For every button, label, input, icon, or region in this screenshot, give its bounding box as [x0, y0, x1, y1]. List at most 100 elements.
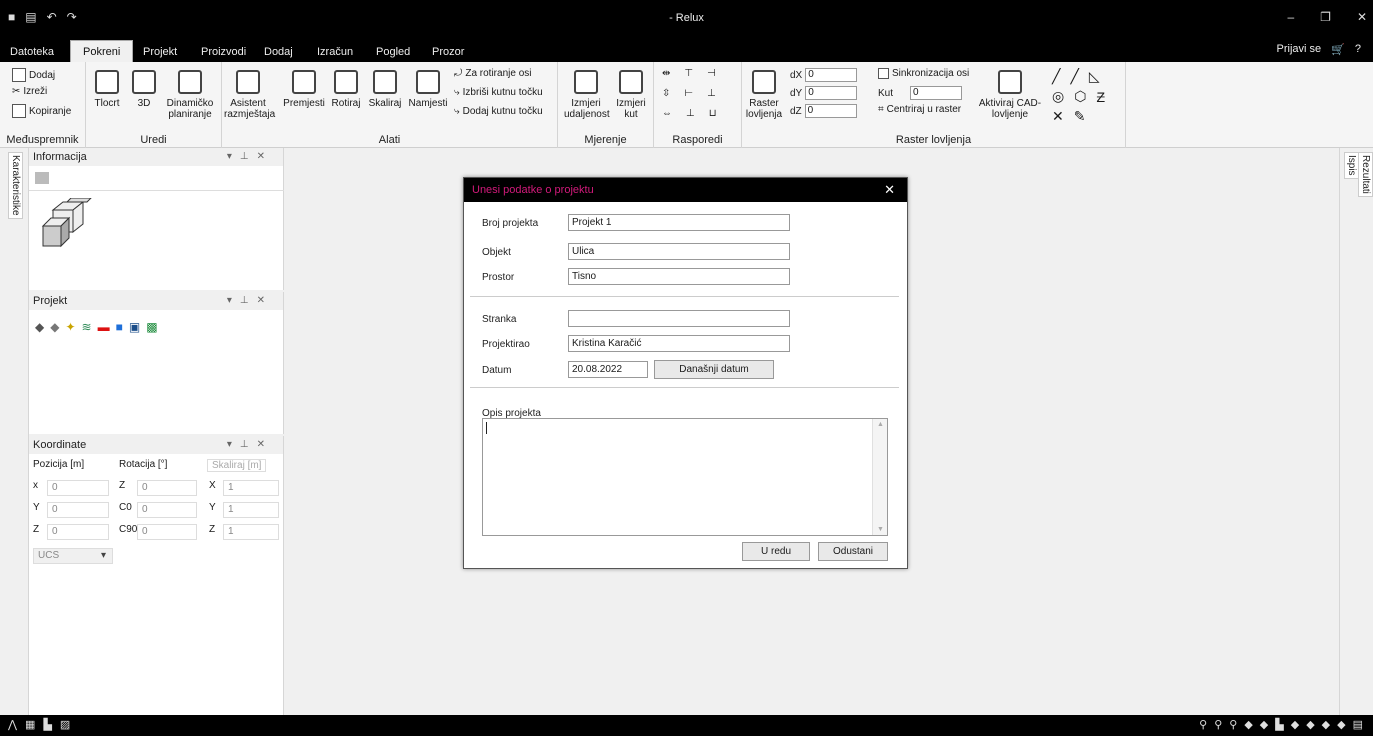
dx-input[interactable]: 0 — [805, 68, 858, 82]
building-icon[interactable]: ◆ — [35, 320, 44, 334]
scale-header[interactable]: Skaliraj [m] — [207, 459, 267, 472]
align-top-icon[interactable]: ⊤ — [684, 68, 693, 79]
adjust-button[interactable]: Namjesti — [406, 70, 450, 109]
dz-input[interactable]: 0 — [804, 104, 857, 118]
rotation-axis-button[interactable]: ⤾ Za rotiranje osi — [454, 68, 531, 79]
tab-pogled[interactable]: Pogled — [374, 42, 412, 62]
minimize-icon[interactable]: – — [1287, 10, 1294, 24]
move-button[interactable]: Premjesti — [282, 70, 326, 109]
align-middle-icon[interactable]: ⊥ — [707, 88, 716, 99]
chart-icon[interactable]: ▙ — [43, 718, 51, 731]
panel-controls[interactable]: ▾⊥✕ — [227, 292, 273, 310]
panel-controls[interactable]: ▾⊥✕ — [227, 148, 273, 166]
sync-axes-checkbox[interactable]: Sinkronizacija osi — [878, 68, 969, 79]
measure-distance-button[interactable]: Izmjeri udaljenost — [564, 70, 610, 120]
dy-input[interactable]: 0 — [805, 86, 858, 100]
cad-icon[interactable]: ⋀ — [8, 718, 17, 731]
distribute-icon[interactable]: ⇹ — [662, 68, 670, 79]
triangle-icon[interactable]: ◺ — [1089, 68, 1100, 85]
position-input[interactable]: 0 — [47, 524, 109, 540]
scale-input[interactable]: 1 — [223, 480, 279, 496]
cancel-button[interactable]: Odustani — [818, 542, 888, 561]
tab-proizvodi[interactable]: Proizvodi — [199, 42, 248, 62]
furniture-icon[interactable]: ▣ — [129, 320, 140, 334]
line2-icon[interactable]: ╱ — [1070, 68, 1078, 85]
cross-icon[interactable]: ✕ — [1052, 108, 1064, 125]
panel-controls[interactable]: ▾⊥✕ — [227, 436, 273, 454]
render-icon[interactable]: ◆ — [1306, 718, 1314, 731]
textarea-scrollbar[interactable]: ▲ ▼ — [872, 419, 887, 535]
distribute-v-icon[interactable]: ⇳ — [662, 88, 670, 99]
zoom-icon[interactable]: ⚲ — [1199, 718, 1207, 731]
paste-button[interactable]: Dodaj — [12, 68, 55, 82]
pencil-icon[interactable]: ✎ — [1074, 108, 1086, 125]
exit-sign-icon[interactable]: ▩ — [146, 320, 157, 334]
light-icon[interactable]: ◆ — [1337, 718, 1345, 731]
align-right-icon[interactable]: ⊣ — [707, 68, 716, 79]
snap-raster-button[interactable]: Raster lovljenja — [744, 70, 784, 120]
add-corner-button[interactable]: ⤷ Dodaj kutnu točku — [454, 106, 543, 117]
signin-link[interactable]: Prijavi se — [1277, 43, 1322, 56]
measure-angle-button[interactable]: Izmjeri kut — [612, 70, 650, 120]
tab-print[interactable]: Ispis — [1344, 152, 1359, 179]
center-raster-button[interactable]: ⌗ Centriraj u raster — [878, 104, 961, 115]
cube-blue-icon[interactable]: ■ — [116, 320, 123, 334]
close-icon[interactable]: ✕ — [884, 178, 895, 202]
object-input[interactable]: Ulica — [568, 243, 790, 260]
scale-input[interactable]: 1 — [223, 502, 279, 518]
color-icon[interactable]: ◆ — [1322, 718, 1330, 731]
today-date-button[interactable]: Današnji datum — [654, 360, 774, 379]
grid-icon[interactable]: ▦ — [25, 718, 35, 731]
scale-input[interactable]: 1 — [223, 524, 279, 540]
tab-izracun[interactable]: Izračun — [315, 42, 355, 62]
angle-input[interactable]: 0 — [910, 86, 963, 100]
date-input[interactable]: 20.08.2022 — [568, 361, 648, 378]
zigzag-icon[interactable]: Ƶ — [1096, 89, 1105, 105]
image-icon[interactable]: ▨ — [60, 718, 70, 731]
layers-icon[interactable]: ≋ — [82, 320, 92, 334]
help-icon[interactable]: ? — [1355, 43, 1361, 56]
copy-button[interactable]: Kopiranje — [12, 104, 71, 118]
align-bottom-icon[interactable]: ⊥ — [686, 108, 695, 119]
view-3d-button[interactable]: 3D — [130, 70, 158, 109]
tab-prozor[interactable]: Prozor — [430, 42, 466, 62]
client-input[interactable] — [568, 310, 790, 327]
tab-dodaj[interactable]: Dodaj — [262, 42, 295, 62]
align-center-icon[interactable]: ⊔ — [709, 108, 717, 119]
line-icon[interactable]: ╱ — [1052, 68, 1060, 85]
align-left-icon[interactable]: ⊢ — [684, 88, 693, 99]
project-number-input[interactable]: Projekt 1 — [568, 214, 790, 231]
ucs-dropdown[interactable]: UCS ▾ — [33, 548, 113, 564]
description-textarea[interactable] — [482, 418, 888, 536]
ok-button[interactable]: U redu — [742, 542, 810, 561]
luminaire-icon[interactable]: ✦ — [65, 320, 75, 334]
tab-results[interactable]: Rezultati — [1358, 152, 1373, 197]
zoom-in-icon[interactable]: ⚲ — [1214, 718, 1222, 731]
polygon-icon[interactable]: ⬡ — [1074, 88, 1086, 105]
rotation-input[interactable]: 0 — [137, 524, 197, 540]
space-icon[interactable]: ⇔ — [662, 108, 672, 119]
cut-button[interactable]: ✂ Izreži — [12, 86, 47, 97]
scroll-up-icon[interactable]: ▲ — [877, 421, 884, 428]
cad-snap-button[interactable]: Aktiviraj CAD-lovljenje — [978, 70, 1042, 120]
view-top-icon[interactable]: ◆ — [1244, 718, 1252, 731]
scroll-down-icon[interactable]: ▼ — [877, 526, 884, 533]
layout-assistant-button[interactable]: Asistent razmještaja — [224, 70, 275, 120]
rotation-input[interactable]: 0 — [137, 502, 197, 518]
tab-projekt[interactable]: Projekt — [141, 42, 179, 62]
scale-button[interactable]: Skaliraj — [365, 70, 405, 109]
document-icon[interactable]: ▤ — [1353, 718, 1363, 731]
floor-icon[interactable]: ◆ — [50, 320, 59, 334]
view-iso-icon[interactable]: ◆ — [1291, 718, 1299, 731]
position-input[interactable]: 0 — [47, 502, 109, 518]
rotate-button[interactable]: Rotiraj — [328, 70, 364, 109]
tab-pokreni[interactable]: Pokreni — [70, 40, 134, 62]
cart-icon[interactable]: 🛒 — [1331, 43, 1345, 56]
designer-input[interactable]: Kristina Karačić — [568, 335, 790, 352]
dynamic-planning-button[interactable]: Dinamičko planiranje — [162, 70, 218, 120]
position-input[interactable]: 0 — [47, 480, 109, 496]
tab-datoteka[interactable]: Datoteka — [8, 42, 56, 62]
close-icon[interactable]: ✕ — [1357, 10, 1367, 24]
view-front-icon[interactable]: ▙ — [1275, 718, 1283, 731]
zoom-out-icon[interactable]: ⚲ — [1229, 718, 1237, 731]
